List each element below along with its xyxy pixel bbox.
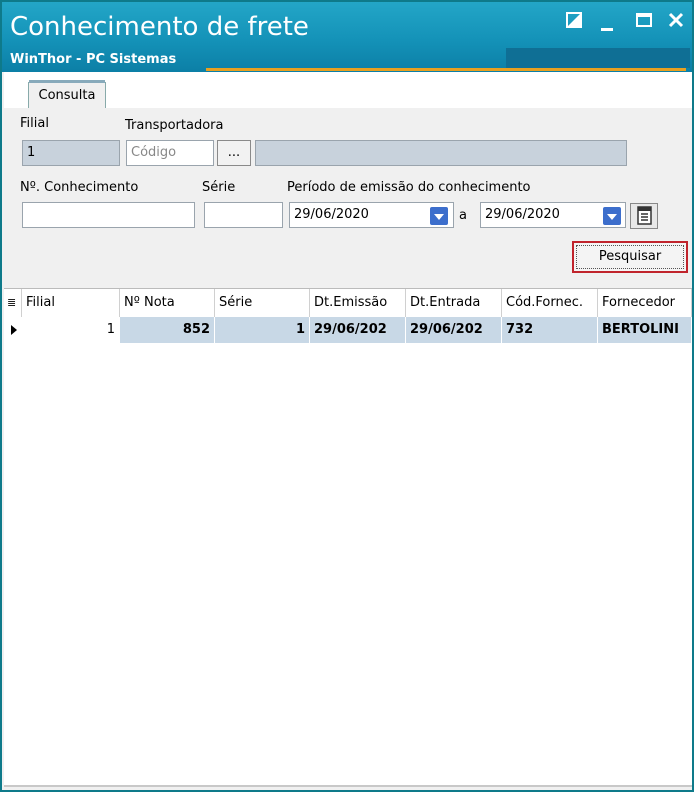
transportadora-lookup-button[interactable]: ... bbox=[217, 140, 251, 166]
serie-label: Série bbox=[202, 180, 236, 195]
close-icon[interactable] bbox=[668, 12, 684, 33]
filial-label: Filial bbox=[20, 116, 49, 131]
calendar-icon[interactable] bbox=[630, 203, 658, 229]
chevron-down-icon[interactable] bbox=[603, 207, 621, 225]
title-bar-accent bbox=[206, 68, 686, 71]
search-panel: Filial Transportadora 1 Código ... Nº. C… bbox=[4, 108, 692, 288]
serie-input[interactable] bbox=[204, 202, 283, 228]
column-header-filial[interactable]: Filial bbox=[22, 289, 120, 317]
conhecimento-input[interactable] bbox=[22, 202, 195, 228]
filial-field[interactable]: 1 bbox=[22, 140, 120, 166]
column-header-dt-entrada[interactable]: Dt.Entrada bbox=[406, 289, 502, 317]
date-from-picker[interactable]: 29/06/2020 bbox=[289, 202, 454, 228]
tab-consulta[interactable]: Consulta bbox=[28, 80, 106, 109]
column-header-serie[interactable]: Série bbox=[215, 289, 310, 317]
status-divider bbox=[4, 785, 692, 787]
tab-strip bbox=[4, 72, 692, 109]
table-row[interactable]: 1 852 1 29/06/202 29/06/202 732 BERTOLIN… bbox=[4, 317, 692, 343]
date-to-value: 29/06/2020 bbox=[485, 207, 560, 222]
app-window: Conhecimento de frete WinThor - PC Siste… bbox=[0, 0, 694, 792]
cell-dt-entrada[interactable]: 29/06/202 bbox=[406, 317, 502, 343]
grid-menu-icon[interactable]: ≣ bbox=[4, 289, 22, 317]
date-separator: a bbox=[459, 208, 467, 223]
transportadora-code-input[interactable]: Código bbox=[126, 140, 214, 166]
pesquisar-label: Pesquisar bbox=[576, 245, 684, 269]
cell-cod-fornec[interactable]: 732 bbox=[502, 317, 598, 343]
transportadora-name-field bbox=[255, 140, 627, 166]
pesquisar-button[interactable]: Pesquisar bbox=[572, 241, 688, 273]
results-grid: ≣ Filial Nº Nota Série Dt.Emissão Dt.Ent… bbox=[4, 288, 692, 787]
column-header-dt-emissao[interactable]: Dt.Emissão bbox=[310, 289, 406, 317]
window-title: Conhecimento de frete bbox=[10, 12, 309, 42]
cell-filial[interactable]: 1 bbox=[22, 317, 120, 343]
transportadora-label: Transportadora bbox=[125, 118, 224, 133]
periodo-label: Período de emissão do conhecimento bbox=[287, 180, 531, 195]
column-header-fornecedor[interactable]: Fornecedor bbox=[598, 289, 692, 317]
restore-icon[interactable] bbox=[566, 12, 582, 33]
chevron-down-icon[interactable] bbox=[430, 207, 448, 225]
cell-nota[interactable]: 852 bbox=[120, 317, 215, 343]
title-bar-band bbox=[506, 48, 690, 68]
title-bar[interactable]: Conhecimento de frete WinThor - PC Siste… bbox=[2, 2, 692, 72]
date-to-picker[interactable]: 29/06/2020 bbox=[480, 202, 626, 228]
conhecimento-label: Nº. Conhecimento bbox=[20, 180, 139, 195]
column-header-nota[interactable]: Nº Nota bbox=[120, 289, 215, 317]
maximize-icon[interactable] bbox=[636, 12, 652, 33]
row-indicator-icon bbox=[4, 317, 23, 343]
window-subtitle: WinThor - PC Sistemas bbox=[10, 52, 177, 67]
column-header-cod-fornec[interactable]: Cód.Fornec. bbox=[502, 289, 598, 317]
date-from-value: 29/06/2020 bbox=[294, 207, 369, 222]
cell-fornecedor[interactable]: BERTOLINI bbox=[598, 317, 692, 343]
minimize-icon[interactable] bbox=[600, 16, 614, 37]
cell-dt-emissao[interactable]: 29/06/202 bbox=[310, 317, 406, 343]
cell-serie[interactable]: 1 bbox=[215, 317, 310, 343]
